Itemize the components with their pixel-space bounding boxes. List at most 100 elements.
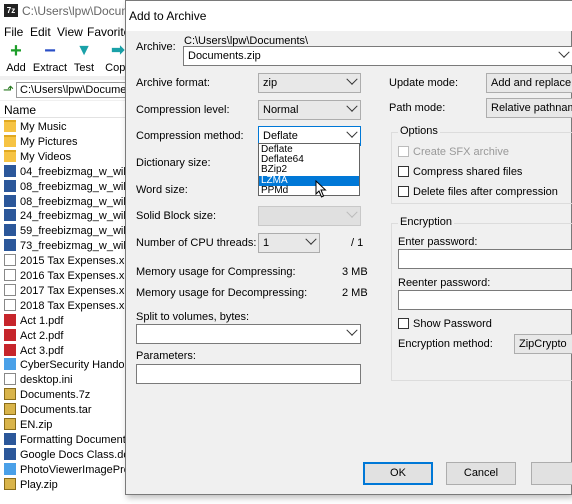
solid-block-select[interactable] [258, 206, 361, 226]
reenter-password-label: Reenter password: [398, 277, 491, 289]
file-name: Play.zip [20, 478, 58, 491]
menu-file[interactable]: File [4, 25, 23, 39]
file-list-item[interactable]: 2016 Tax Expenses.xls [0, 269, 132, 284]
enter-password-label: Enter password: [398, 236, 478, 248]
mouse-cursor-icon [315, 180, 327, 198]
chevron-down-icon [305, 234, 317, 245]
checkbox-icon [398, 186, 409, 197]
ok-button[interactable]: OK [363, 462, 433, 485]
chevron-down-icon [346, 207, 358, 218]
reenter-password-input[interactable] [398, 290, 572, 310]
folder-file-icon [4, 149, 16, 162]
doc-file-icon [4, 194, 16, 207]
file-list-item[interactable]: 24_freebizmag_w_wile2... [0, 209, 147, 224]
doc-file-icon [4, 432, 16, 445]
path-mode-label: Path mode: [389, 102, 446, 114]
threads-label: Number of CPU threads: [136, 237, 257, 249]
update-mode-select[interactable]: Add and replace files [486, 73, 572, 93]
app-icon: 7z [4, 4, 18, 17]
file-list-item[interactable]: EN.zip [0, 418, 132, 433]
test-label: Test [73, 62, 95, 74]
file-list-item[interactable]: Play.zip [0, 477, 132, 493]
address-input[interactable]: C:\Users\lpw\Documents [16, 82, 132, 98]
file-list-item[interactable]: Documents.tar [0, 403, 132, 418]
folder-up-icon[interactable]: ⬏ [3, 83, 15, 97]
shared-files-checkbox[interactable]: Compress shared files [398, 166, 522, 178]
file-list-item[interactable]: Act 1.pdf [0, 313, 132, 329]
method-option[interactable]: PPMd [259, 185, 359, 196]
file-list-item[interactable]: Act 3.pdf [0, 343, 132, 359]
path-mode-select[interactable]: Relative pathnames [486, 98, 572, 118]
file-list-item[interactable]: Act 2.pdf [0, 328, 132, 344]
show-password-label: Show Password [413, 318, 492, 330]
file-list-item[interactable]: 08_freebizmag_w_wile2... [0, 179, 147, 195]
zip-file-icon [4, 403, 16, 416]
file-list-item[interactable]: 2018 Tax Expenses.xls [0, 298, 132, 314]
file-list-item[interactable]: Google Docs Class.docx [0, 447, 140, 463]
format-select[interactable]: zip [258, 73, 361, 93]
file-list-item[interactable]: 04_freebizmag_w_wile2... [0, 164, 147, 180]
threads-max: / 1 [351, 237, 364, 249]
add-label: Add [6, 62, 26, 74]
file-list-item[interactable]: My Music [0, 120, 132, 135]
file-list-item[interactable]: My Videos [0, 149, 132, 165]
help-button[interactable] [531, 462, 572, 485]
zip-file-icon [4, 388, 16, 401]
dictionary-label: Dictionary size: [136, 157, 211, 169]
file-list-item[interactable]: 59_freebizmag_w_wile2... [0, 224, 147, 239]
file-list-item[interactable]: Documents.7z [0, 388, 132, 403]
window-title: C:\Users\lpw\Documents [0, 0, 132, 22]
minus-icon: − [44, 40, 56, 62]
doc-file-icon [4, 239, 16, 252]
delete-after-label: Delete files after compression [413, 186, 558, 198]
checkbox-icon [398, 166, 409, 177]
file-list-item[interactable]: 73_freebizmag_w_wile2... [0, 239, 147, 254]
file-list-item[interactable]: CyberSecurity Handout.... [0, 358, 146, 373]
level-value: Normal [263, 104, 299, 116]
add-to-archive-dialog: Add to Archive Archive: C:\Users\lpw\Doc… [125, 0, 572, 495]
encryption-method-value: ZipCrypto [519, 338, 567, 350]
enter-password-input[interactable] [398, 249, 572, 269]
show-password-checkbox[interactable]: Show Password [398, 318, 492, 330]
test-icon: ▼ [76, 42, 92, 59]
pdf-file-icon [4, 313, 16, 326]
file-name: Google Docs Class.docx [20, 448, 141, 461]
file-name: Documents.tar [20, 404, 92, 417]
chevron-down-icon [346, 74, 358, 85]
file-list-item[interactable]: Formatting Documents ... [0, 432, 144, 448]
menu-edit[interactable]: Edit [30, 25, 51, 39]
column-header-name[interactable]: Name [0, 101, 132, 118]
file-list-item[interactable]: 08_freebizmag_w_wile2... [0, 194, 147, 210]
xls-file-icon [4, 298, 16, 311]
archive-name-value: Documents.zip [188, 50, 261, 62]
threads-select[interactable]: 1 [258, 233, 320, 253]
parameters-label: Parameters: [136, 350, 196, 362]
method-option[interactable]: BZip2 [259, 165, 359, 175]
sfx-checkbox[interactable]: Create SFX archive [398, 146, 509, 158]
doc-file-icon [4, 224, 16, 237]
folder-file-icon [4, 134, 16, 147]
file-name: My Pictures [20, 135, 78, 148]
cancel-button[interactable]: Cancel [446, 462, 516, 485]
folder-file-icon [4, 120, 16, 132]
file-list-item[interactable]: desktop.ini [0, 373, 132, 388]
format-label: Archive format: [136, 77, 210, 89]
encryption-method-select[interactable]: ZipCrypto [514, 334, 572, 354]
chevron-down-icon [558, 47, 570, 58]
file-list-item[interactable]: My Pictures [0, 134, 132, 150]
file-list-item[interactable]: PhotoViewerImagePrevi... [0, 462, 147, 478]
file-name: Documents.7z [20, 389, 91, 402]
level-select[interactable]: Normal [258, 100, 361, 120]
parameters-input[interactable] [136, 364, 361, 384]
checkbox-icon [398, 318, 409, 329]
xls-file-icon [4, 254, 16, 267]
delete-after-checkbox[interactable]: Delete files after compression [398, 186, 558, 198]
img-file-icon [4, 462, 16, 475]
file-list-item[interactable]: 2015 Tax Expenses.xls [0, 254, 132, 269]
split-volumes-combo[interactable] [136, 324, 361, 344]
solid-block-label: Solid Block size: [136, 210, 217, 222]
extract-label: Extract [32, 62, 68, 74]
file-list-item[interactable]: 2017 Tax Expenses.xls [0, 283, 132, 299]
menu-view[interactable]: View [57, 25, 83, 39]
archive-name-combo[interactable]: Documents.zip [183, 46, 572, 66]
